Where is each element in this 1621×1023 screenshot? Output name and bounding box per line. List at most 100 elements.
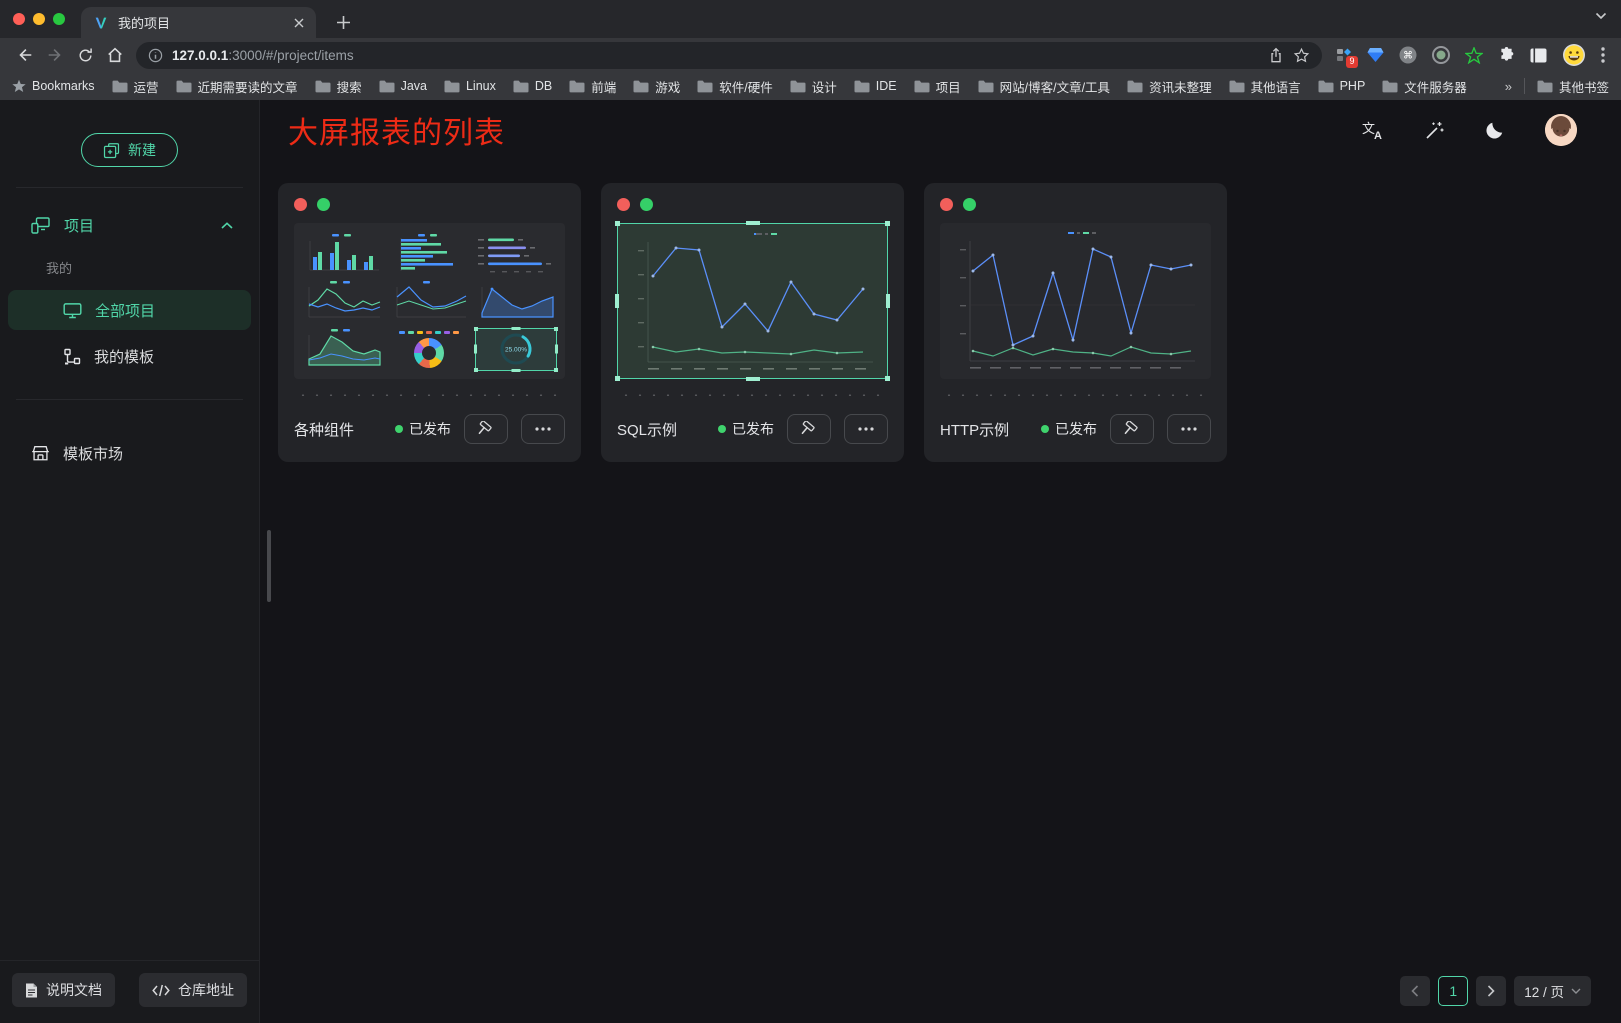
project-card[interactable]: 25.00% 各种组件 已发布 — [278, 183, 581, 462]
bookmark-star-icon[interactable] — [1293, 47, 1310, 64]
tab-search-chevron-icon[interactable] — [1595, 12, 1607, 20]
dark-mode-moon-icon[interactable] — [1485, 120, 1505, 140]
project-status: 已发布 — [1041, 419, 1097, 439]
sidebar-item-template-market[interactable]: 模板市场 — [0, 433, 259, 473]
edit-project-button[interactable] — [787, 414, 831, 444]
profile-avatar-emoji[interactable] — [1562, 43, 1586, 67]
bookmark-folder[interactable]: 运营 — [112, 77, 159, 96]
status-dot — [718, 425, 726, 433]
selection-box: 25.00% — [475, 328, 557, 371]
bookmarks-bar: Bookmarks 运营 近期需要读的文章 搜索 Java Linux DB 前… — [0, 72, 1621, 100]
dual-circle-extension-icon[interactable] — [1432, 46, 1450, 64]
bookmark-folder[interactable]: 软件/硬件 — [697, 77, 772, 96]
edit-project-button[interactable] — [464, 414, 508, 444]
next-page-button[interactable] — [1476, 976, 1506, 1006]
command-circle-extension-icon[interactable]: ⌘ — [1399, 46, 1417, 64]
bookmark-folder[interactable]: 资讯未整理 — [1127, 77, 1212, 96]
bookmark-folder[interactable]: 文件服务器 — [1382, 77, 1467, 96]
svg-text:⌘: ⌘ — [1403, 51, 1413, 62]
mini-bar-chart — [301, 230, 385, 275]
sidebar-item-my-templates[interactable]: 我的模板 — [8, 336, 251, 376]
bookmark-folder[interactable]: Linux — [444, 79, 496, 93]
green-star-extension-icon[interactable] — [1465, 47, 1483, 64]
repo-button[interactable]: 仓库地址 — [139, 973, 247, 1007]
bookmark-folder[interactable]: 前端 — [569, 77, 616, 96]
extensions-puzzle-icon[interactable] — [1498, 47, 1515, 64]
docs-button[interactable]: 说明文档 — [12, 973, 115, 1007]
sidebar-section-projects[interactable]: 项目 — [0, 208, 259, 243]
gauge-value: 25.00% — [505, 347, 527, 354]
project-preview-line-chart-selected[interactable] — [617, 223, 888, 379]
language-translate-icon[interactable]: 文A — [1362, 120, 1384, 140]
user-avatar[interactable] — [1545, 114, 1577, 146]
template-icon — [63, 348, 81, 365]
mini-gauge-selected: 25.00% — [474, 327, 558, 372]
edit-project-button[interactable] — [1110, 414, 1154, 444]
donut-ring — [414, 338, 444, 368]
storefront-icon — [31, 445, 50, 462]
browser-tab[interactable]: 我的项目 — [81, 7, 316, 38]
share-icon[interactable] — [1268, 47, 1284, 64]
project-preview-charts-grid[interactable]: 25.00% — [294, 223, 565, 379]
bookmarks-root[interactable]: Bookmarks — [12, 79, 95, 93]
url-text[interactable]: 127.0.0.1:3000/#/project/items — [172, 48, 354, 63]
tab-title: 我的项目 — [118, 13, 285, 32]
bookmark-folder[interactable]: 网站/博客/文章/工具 — [978, 77, 1110, 96]
browser-toolbar: 127.0.0.1:3000/#/project/items 9 ⌘ — [0, 38, 1621, 72]
document-icon — [25, 983, 38, 998]
bookmark-folder[interactable]: IDE — [854, 79, 897, 93]
chevron-up-icon[interactable] — [221, 222, 233, 229]
project-status: 已发布 — [718, 419, 774, 439]
project-card[interactable]: SQL示例 已发布 — [601, 183, 904, 462]
card-green-dot — [317, 198, 330, 211]
tab-group-extension-icon[interactable]: 9 — [1336, 47, 1352, 63]
back-icon[interactable] — [10, 41, 40, 69]
page-size-select[interactable]: 12 / 页 — [1514, 976, 1591, 1006]
project-preview-line-chart[interactable] — [940, 223, 1211, 379]
close-window-button[interactable] — [13, 13, 25, 25]
bookmark-folder[interactable]: Java — [379, 79, 427, 93]
bookmark-folder[interactable]: DB — [513, 79, 552, 93]
more-actions-button[interactable] — [521, 414, 565, 444]
prev-page-button[interactable] — [1400, 976, 1430, 1006]
home-icon[interactable] — [100, 41, 130, 69]
tab-close-icon[interactable] — [294, 18, 304, 28]
scrollbar-thumb[interactable] — [267, 530, 271, 602]
reload-icon[interactable] — [70, 41, 100, 69]
more-actions-button[interactable] — [844, 414, 888, 444]
new-project-button[interactable]: 新建 — [81, 133, 178, 167]
forward-icon[interactable] — [40, 41, 70, 69]
project-card[interactable]: HTTP示例 已发布 — [924, 183, 1227, 462]
projects-icon — [31, 217, 50, 234]
gem-extension-icon[interactable] — [1367, 47, 1384, 63]
project-cards: 25.00% 各种组件 已发布 — [260, 160, 1621, 462]
side-panel-icon[interactable] — [1530, 48, 1547, 63]
sidebar-divider — [16, 187, 243, 188]
minimize-window-button[interactable] — [33, 13, 45, 25]
other-bookmarks[interactable]: 其他书签 — [1537, 77, 1609, 96]
bookmark-folder[interactable]: 近期需要读的文章 — [176, 77, 298, 96]
bookmark-folder[interactable]: PHP — [1318, 79, 1366, 93]
address-bar[interactable]: 127.0.0.1:3000/#/project/items — [136, 42, 1322, 69]
zoom-window-button[interactable] — [53, 13, 65, 25]
mini-area-chart-blue — [474, 278, 558, 323]
header-actions: 文A — [1362, 114, 1577, 146]
goview-app: 新建 项目 我的 全部项目 我的模板 — [0, 100, 1621, 1023]
bookmark-folder[interactable]: 游戏 — [633, 77, 680, 96]
bookmark-folder[interactable]: 其他语言 — [1229, 77, 1301, 96]
bookmark-folder[interactable]: 项目 — [914, 77, 961, 96]
site-info-icon[interactable] — [148, 48, 163, 63]
browser-menu-icon[interactable] — [1601, 47, 1605, 63]
magic-wand-icon[interactable] — [1424, 120, 1445, 141]
card-green-dot — [963, 198, 976, 211]
page-title: 大屏报表的列表 — [288, 108, 505, 152]
bookmarks-overflow-chevron[interactable]: » — [1505, 79, 1512, 94]
more-actions-button[interactable] — [1167, 414, 1211, 444]
page-number-button[interactable]: 1 — [1438, 976, 1468, 1006]
sidebar-item-all-projects[interactable]: 全部项目 — [8, 290, 251, 330]
bookmark-folder[interactable]: 设计 — [790, 77, 837, 96]
status-dot — [1041, 425, 1049, 433]
bookmark-folder[interactable]: 搜索 — [315, 77, 362, 96]
mini-horizontal-bar-chart — [388, 230, 472, 275]
new-tab-button[interactable] — [336, 15, 351, 30]
